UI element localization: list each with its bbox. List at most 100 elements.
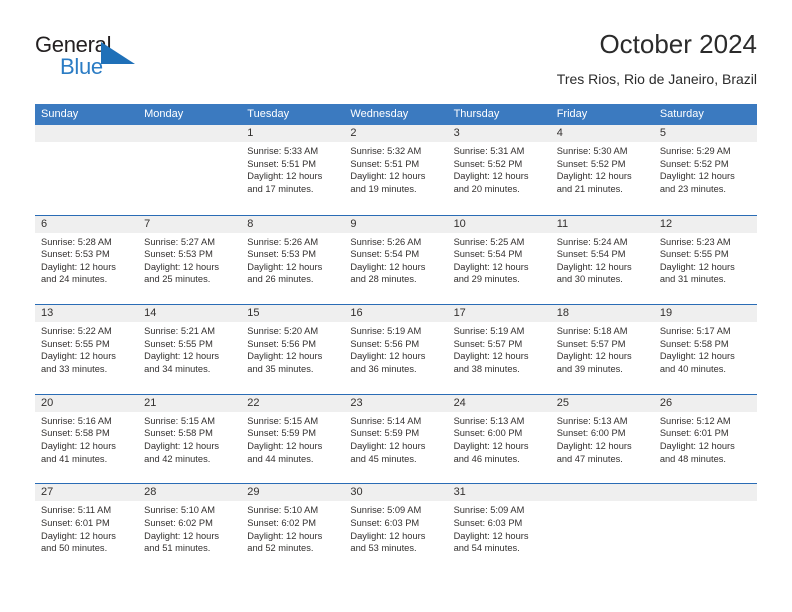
day-cell-9[interactable]: 9 Sunrise: 5:26 AM Sunset: 5:54 PM Daylight… (344, 215, 448, 305)
day-cell-20[interactable]: 20 Sunrise: 5:16 AM Sunset: 5:58 PM Dayligh… (35, 394, 139, 484)
day-cell-6[interactable]: 6 Sunrise: 5:28 AM Sunset: 5:53 PM Daylight… (35, 215, 139, 305)
day-detail-line: Sunset: 5:53 PM (41, 249, 110, 260)
day-number-band: 1 (241, 125, 345, 142)
day-number: 21 (144, 396, 157, 409)
day-number-band: 9 (344, 215, 448, 233)
day-detail-line: Daylight: 12 hours (247, 440, 323, 451)
day-details: Sunrise: 5:09 AM Sunset: 6:03 PM Daylight:… (344, 501, 447, 554)
week-row: 20 Sunrise: 5:16 AM Sunset: 5:58 PM Dayligh… (35, 393, 757, 484)
weekday-header-saturday: Saturday (659, 108, 704, 120)
day-detail-line: Sunset: 6:01 PM (659, 428, 729, 439)
day-detail-line: Sunrise: 5:24 AM (556, 236, 628, 247)
day-cell-24[interactable]: 24 Sunrise: 5:13 AM Sunset: 6:00 PM Dayligh… (447, 394, 551, 484)
day-detail-line: and 31 minutes. (659, 274, 726, 285)
day-cell-4[interactable]: 4 Sunrise: 5:30 AM Sunset: 5:52 PM Daylight… (550, 125, 654, 214)
day-detail-line: Sunset: 5:55 PM (144, 338, 213, 349)
day-detail-line: Daylight: 12 hours (659, 261, 735, 272)
day-cell-26[interactable]: 26 Sunrise: 5:12 AM Sunset: 6:01 PM Dayligh… (653, 394, 757, 484)
day-number-band (653, 484, 757, 502)
day-detail-line: Sunset: 5:58 PM (659, 338, 729, 349)
day-cell-21[interactable]: 21 Sunrise: 5:15 AM Sunset: 5:58 PM Dayligh… (138, 394, 242, 484)
day-details: Sunrise: 5:32 AM Sunset: 5:51 PM Daylight:… (344, 142, 447, 195)
day-number-band: 28 (138, 484, 242, 502)
day-detail-line: Sunrise: 5:17 AM (659, 326, 731, 337)
day-cell-10[interactable]: 10 Sunrise: 5:25 AM Sunset: 5:54 PM Dayligh… (447, 215, 551, 305)
day-number-band: 22 (241, 394, 345, 412)
day-detail-line: Sunrise: 5:33 AM (247, 146, 319, 156)
day-detail-line: Sunset: 5:53 PM (247, 249, 317, 260)
day-number-band: 13 (35, 305, 139, 323)
day-number: 16 (350, 307, 363, 320)
day-cell-8[interactable]: 8 Sunrise: 5:26 AM Sunset: 5:53 PM Daylight… (241, 215, 345, 305)
day-detail-line: Daylight: 12 hours (350, 261, 426, 272)
day-number: 28 (144, 486, 157, 499)
day-detail-line: Sunrise: 5:10 AM (247, 505, 319, 516)
day-number-band: 10 (447, 215, 551, 233)
day-cell-29[interactable]: 29 Sunrise: 5:10 AM Sunset: 6:02 PM Dayligh… (241, 484, 345, 573)
day-number: 17 (453, 307, 466, 320)
day-detail-line: Daylight: 12 hours (659, 171, 735, 182)
day-details: Sunrise: 5:11 AM Sunset: 6:01 PM Daylight:… (35, 501, 138, 554)
day-detail-line: Sunrise: 5:09 AM (350, 505, 422, 516)
day-cell-27[interactable]: 27 Sunrise: 5:11 AM Sunset: 6:01 PM Dayligh… (35, 484, 139, 573)
day-cell-16[interactable]: 16 Sunrise: 5:19 AM Sunset: 5:56 PM Dayligh… (344, 305, 448, 394)
calendar-page: General Blue October 2024 Tres Rios, Rio… (0, 0, 792, 612)
day-number-band: 14 (138, 305, 242, 323)
day-cell-12[interactable]: 12 Sunrise: 5:23 AM Sunset: 5:55 PM Dayligh… (653, 215, 757, 305)
day-number-band: 16 (344, 305, 448, 323)
day-detail-line: Sunrise: 5:20 AM (247, 326, 319, 337)
day-cell-18[interactable]: 18 Sunrise: 5:18 AM Sunset: 5:57 PM Dayligh… (550, 305, 654, 394)
day-cell-5[interactable]: 5 Sunrise: 5:29 AM Sunset: 5:52 PM Daylight… (653, 125, 757, 214)
day-cell-17[interactable]: 17 Sunrise: 5:19 AM Sunset: 5:57 PM Dayligh… (447, 305, 551, 394)
day-detail-line: Daylight: 12 hours (350, 440, 426, 451)
day-details: Sunrise: 5:27 AM Sunset: 5:53 PM Daylight:… (138, 233, 241, 286)
day-details: Sunrise: 5:33 AM Sunset: 5:51 PM Daylight:… (241, 142, 344, 195)
day-number-band: 19 (653, 305, 757, 323)
day-detail-line: Sunset: 5:51 PM (247, 158, 317, 169)
day-cell-14[interactable]: 14 Sunrise: 5:21 AM Sunset: 5:55 PM Dayligh… (138, 305, 242, 394)
day-detail-line: Daylight: 12 hours (41, 351, 116, 362)
day-detail-line: Sunset: 6:02 PM (247, 517, 317, 528)
day-detail-line: Sunset: 5:52 PM (659, 158, 729, 169)
week-row: 13 Sunrise: 5:22 AM Sunset: 5:55 PM Dayligh… (35, 304, 757, 394)
day-number-band: 18 (550, 305, 654, 323)
day-cell-25[interactable]: 25 Sunrise: 5:13 AM Sunset: 6:00 PM Dayligh… (550, 394, 654, 484)
day-cell-11[interactable]: 11 Sunrise: 5:24 AM Sunset: 5:54 PM Dayligh… (550, 215, 654, 305)
day-detail-line: Sunset: 6:03 PM (350, 517, 420, 528)
day-cell-23[interactable]: 23 Sunrise: 5:14 AM Sunset: 5:59 PM Dayligh… (344, 394, 448, 484)
day-detail-line: Sunrise: 5:09 AM (453, 505, 525, 516)
day-number-band: 30 (344, 484, 448, 502)
day-number: 26 (659, 396, 673, 409)
day-cell-22[interactable]: 22 Sunrise: 5:15 AM Sunset: 5:59 PM Dayligh… (241, 394, 345, 484)
day-detail-line: Daylight: 12 hours (556, 261, 632, 272)
day-detail-line: Daylight: 12 hours (144, 261, 220, 272)
day-detail-line: Daylight: 12 hours (247, 530, 323, 541)
calendar-weeks: 1 Sunrise: 5:33 AM Sunset: 5:51 PM Daylight… (35, 125, 757, 573)
day-details: Sunrise: 5:26 AM Sunset: 5:53 PM Daylight:… (241, 233, 344, 286)
general-blue-logo[interactable]: General Blue (35, 33, 155, 85)
day-number: 2 (350, 127, 357, 139)
day-cell-1[interactable]: 1 Sunrise: 5:33 AM Sunset: 5:51 PM Daylight… (241, 125, 345, 214)
day-number: 29 (247, 486, 260, 499)
day-detail-line: Sunset: 5:58 PM (144, 428, 213, 439)
day-detail-line: Sunset: 5:59 PM (247, 428, 317, 439)
day-details (654, 501, 757, 504)
day-number-band: 17 (447, 305, 551, 323)
day-number: 24 (453, 396, 466, 409)
day-cell-28[interactable]: 28 Sunrise: 5:10 AM Sunset: 6:02 PM Dayligh… (138, 484, 242, 573)
day-cell-7[interactable]: 7 Sunrise: 5:27 AM Sunset: 5:53 PM Daylight… (138, 215, 242, 305)
day-cell-3[interactable]: 3 Sunrise: 5:31 AM Sunset: 5:52 PM Daylight… (447, 125, 551, 214)
day-number: 4 (556, 127, 563, 139)
day-number-band (35, 125, 139, 142)
day-cell-13[interactable]: 13 Sunrise: 5:22 AM Sunset: 5:55 PM Dayligh… (35, 305, 139, 394)
day-number-band: 15 (241, 305, 345, 323)
day-details: Sunrise: 5:13 AM Sunset: 6:00 PM Daylight:… (448, 412, 551, 465)
day-cell-15[interactable]: 15 Sunrise: 5:20 AM Sunset: 5:56 PM Dayligh… (241, 305, 345, 394)
day-detail-line: and 36 minutes. (350, 363, 417, 374)
day-cell-31[interactable]: 31 Sunrise: 5:09 AM Sunset: 6:03 PM Dayligh… (447, 484, 551, 573)
day-cell-30[interactable]: 30 Sunrise: 5:09 AM Sunset: 6:03 PM Dayligh… (344, 484, 448, 573)
day-details: Sunrise: 5:30 AM Sunset: 5:52 PM Daylight:… (551, 142, 654, 195)
day-cell-2[interactable]: 2 Sunrise: 5:32 AM Sunset: 5:51 PM Daylight… (344, 125, 448, 214)
day-detail-line: and 45 minutes. (350, 453, 417, 464)
day-cell-19[interactable]: 19 Sunrise: 5:17 AM Sunset: 5:58 PM Dayligh… (653, 305, 757, 394)
